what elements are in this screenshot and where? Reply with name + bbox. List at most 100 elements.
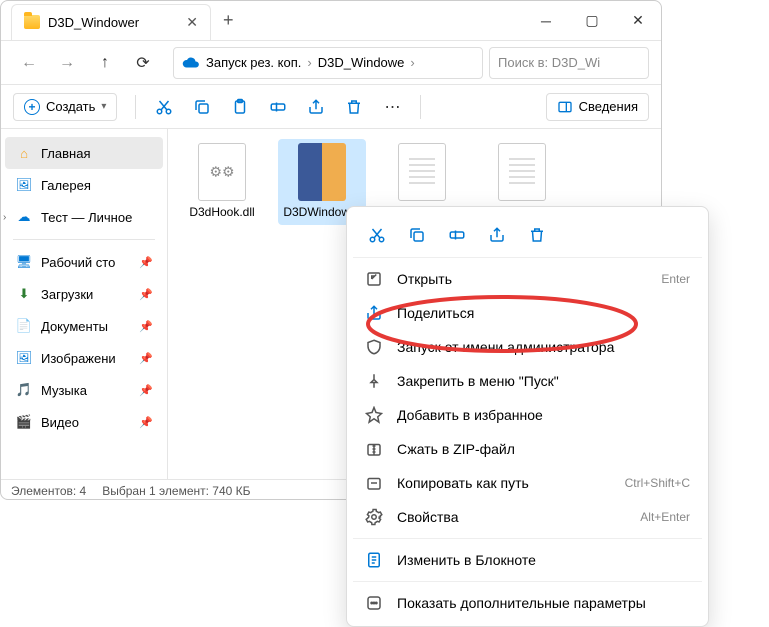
details-label: Сведения (579, 99, 638, 114)
sidebar-label: Документы (41, 319, 108, 334)
pin-icon: 📌 (139, 288, 153, 301)
sidebar-label: Галерея (41, 178, 91, 193)
sidebar-videos[interactable]: 🎬 Видео 📌 (5, 406, 163, 438)
menu-open[interactable]: Открыть Enter (353, 262, 702, 296)
toolbar: + Создать ▾ ⋯ Сведения (1, 85, 661, 129)
menu-run-admin[interactable]: Запуск от имени администратора (353, 330, 702, 364)
tab[interactable]: D3D_Windower ✕ (11, 4, 211, 40)
sidebar-label: Музыка (41, 383, 87, 398)
menu-zip[interactable]: Сжать в ZIP-файл (353, 432, 702, 466)
copy-path-icon (365, 474, 383, 492)
share-button[interactable] (481, 219, 513, 251)
rename-icon[interactable] (268, 97, 288, 117)
breadcrumb-item[interactable]: D3D_Windowe (318, 55, 405, 70)
sidebar-label: Видео (41, 415, 79, 430)
plus-icon: + (24, 99, 40, 115)
menu-pin-start[interactable]: Закрепить в меню "Пуск" (353, 364, 702, 398)
chevron-right-icon: › (410, 55, 414, 70)
details-button[interactable]: Сведения (546, 93, 649, 121)
menu-label: Копировать как путь (397, 475, 611, 491)
menu-label: Показать дополнительные параметры (397, 595, 690, 611)
back-button[interactable]: ← (13, 47, 45, 79)
delete-icon[interactable] (344, 97, 364, 117)
window-controls: ─ ▢ ✕ (523, 1, 661, 41)
pin-icon: 📌 (139, 384, 153, 397)
minimize-button[interactable]: ─ (523, 1, 569, 41)
txt-file-icon (398, 143, 446, 201)
close-window-button[interactable]: ✕ (615, 1, 661, 41)
pin-icon (365, 372, 383, 390)
pin-icon: 📌 (139, 256, 153, 269)
sidebar-label: Главная (41, 146, 90, 161)
sidebar-pictures[interactable]: 🖼 Изображени 📌 (5, 342, 163, 374)
file-item-dll[interactable]: D3dHook.dll (178, 139, 266, 225)
file-item-txt[interactable] (378, 139, 466, 209)
breadcrumb[interactable]: Запуск рез. коп. › D3D_Windowe › (173, 47, 483, 79)
pictures-icon: 🖼 (15, 349, 33, 367)
menu-more-options[interactable]: Показать дополнительные параметры (353, 586, 702, 620)
forward-button[interactable]: → (51, 47, 83, 79)
delete-button[interactable] (521, 219, 553, 251)
context-menu: Открыть Enter Поделиться Запуск от имени… (346, 206, 709, 627)
chevron-right-icon: › (307, 55, 311, 70)
paste-icon[interactable] (230, 97, 250, 117)
share-icon (365, 304, 383, 322)
status-count: Элементов: 4 (11, 484, 86, 498)
divider (13, 239, 155, 240)
tab-title: D3D_Windower (48, 15, 178, 30)
notepad-icon (365, 551, 383, 569)
sidebar-gallery[interactable]: 🖼 Галерея (5, 169, 163, 201)
menu-copy-path[interactable]: Копировать как путь Ctrl+Shift+C (353, 466, 702, 500)
menu-label: Запуск от имени администратора (397, 339, 690, 355)
more-options-icon (365, 594, 383, 612)
divider (353, 581, 702, 582)
sidebar-music[interactable]: 🎵 Музыка 📌 (5, 374, 163, 406)
gallery-icon: 🖼 (15, 176, 33, 194)
chevron-right-icon[interactable]: › (3, 212, 6, 223)
sidebar-documents[interactable]: 📄 Документы 📌 (5, 310, 163, 342)
shield-icon (365, 338, 383, 356)
pin-icon: 📌 (139, 416, 153, 429)
refresh-button[interactable]: ⟳ (127, 47, 159, 79)
sidebar-label: Изображени (41, 351, 116, 366)
rename-button[interactable] (441, 219, 473, 251)
details-icon (557, 99, 573, 115)
copy-button[interactable] (401, 219, 433, 251)
file-name: D3dHook.dll (182, 205, 262, 221)
up-button[interactable]: ↑ (89, 47, 121, 79)
file-item-txt[interactable] (478, 139, 566, 209)
sidebar-label: Загрузки (41, 287, 93, 302)
create-button[interactable]: + Создать ▾ (13, 93, 117, 121)
pin-icon: 📌 (139, 320, 153, 333)
exe-file-icon (298, 143, 346, 201)
menu-share[interactable]: Поделиться (353, 296, 702, 330)
search-input[interactable]: Поиск в: D3D_Wi (489, 47, 649, 79)
menu-edit-notepad[interactable]: Изменить в Блокноте (353, 543, 702, 577)
menu-label: Свойства (397, 509, 626, 525)
star-icon (365, 406, 383, 424)
chevron-down-icon: ▾ (101, 101, 106, 112)
cut-icon[interactable] (154, 97, 174, 117)
sidebar-personal[interactable]: › ☁ Тест — Личное (5, 201, 163, 233)
home-icon: ⌂ (15, 144, 33, 162)
sidebar-downloads[interactable]: ⬇ Загрузки 📌 (5, 278, 163, 310)
new-tab-button[interactable]: + (223, 10, 234, 31)
close-tab-icon[interactable]: ✕ (186, 14, 198, 31)
sidebar-home[interactable]: ⌂ Главная (5, 137, 163, 169)
menu-properties[interactable]: Свойства Alt+Enter (353, 500, 702, 534)
cut-button[interactable] (361, 219, 393, 251)
maximize-button[interactable]: ▢ (569, 1, 615, 41)
search-placeholder: Поиск в: D3D_Wi (498, 55, 600, 70)
titlebar: D3D_Windower ✕ + ─ ▢ ✕ (1, 1, 661, 41)
copy-icon[interactable] (192, 97, 212, 117)
more-icon[interactable]: ⋯ (382, 97, 402, 117)
menu-label: Изменить в Блокноте (397, 552, 690, 568)
videos-icon: 🎬 (15, 413, 33, 431)
share-icon[interactable] (306, 97, 326, 117)
sidebar-desktop[interactable]: 🖥 Рабочий сто 📌 (5, 246, 163, 278)
sidebar-label: Рабочий сто (41, 255, 115, 270)
breadcrumb-item[interactable]: Запуск рез. коп. (206, 55, 301, 70)
divider (420, 95, 421, 119)
documents-icon: 📄 (15, 317, 33, 335)
menu-favorite[interactable]: Добавить в избранное (353, 398, 702, 432)
